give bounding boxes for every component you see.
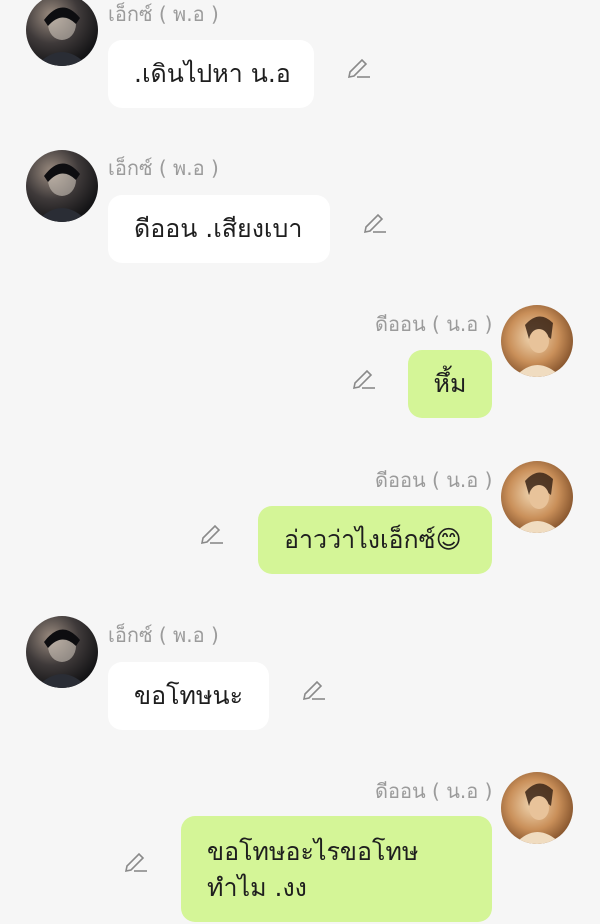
sender-name: ดีออน ( น.อ ) [375,468,493,492]
pencil-icon[interactable] [122,846,150,874]
avatar[interactable] [26,616,98,688]
message-bubble[interactable]: ขอโทษนะ [108,662,269,730]
pencil-icon[interactable] [350,363,378,391]
message-bubble[interactable]: ดีออน .เสียงเบา [108,195,330,263]
message-bubble[interactable]: หึ้ม [408,350,492,418]
message-bubble[interactable]: อ่าวว่าไงเอ็กซ์😊 [258,506,492,574]
avatar[interactable] [501,461,573,533]
pencil-icon[interactable] [198,518,226,546]
avatar[interactable] [501,305,573,377]
pencil-icon[interactable] [345,52,373,80]
sender-name: เอ็กซ์ ( พ.อ ) [108,2,219,26]
pencil-icon[interactable] [300,674,328,702]
message-bubble[interactable]: ขอโทษอะไรขอโทษ ทำไม .งง [181,816,492,922]
sender-name: เอ็กซ์ ( พ.อ ) [108,156,219,180]
avatar[interactable] [501,772,573,844]
avatar[interactable] [26,0,98,66]
sender-name: เอ็กซ์ ( พ.อ ) [108,623,219,647]
message-bubble[interactable]: .เดินไปหา น.อ [108,40,314,108]
sender-name: ดีออน ( น.อ ) [375,779,493,803]
avatar[interactable] [26,150,98,222]
pencil-icon[interactable] [361,207,389,235]
sender-name: ดีออน ( น.อ ) [375,312,493,336]
